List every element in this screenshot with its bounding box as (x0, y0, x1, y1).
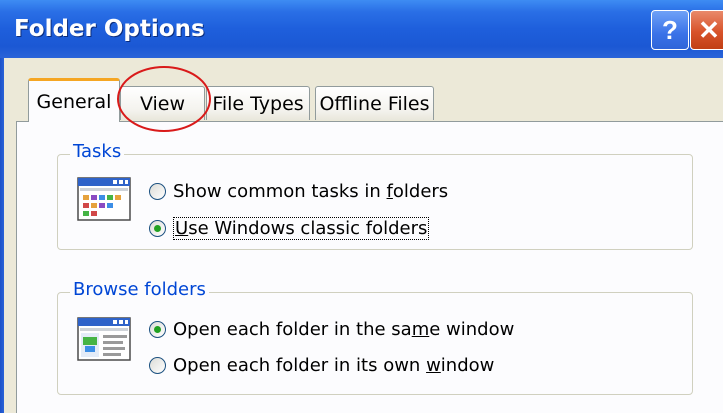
tab-offline-files-label: Offline Files (319, 92, 430, 115)
radio-open-same-window[interactable]: Open each folder in the same window (149, 319, 514, 340)
tab-panel-general: Tasks Show common tasks in folders Use W… (16, 121, 723, 413)
window-title: Folder Options (14, 16, 205, 42)
close-button[interactable]: ✕ (690, 10, 723, 50)
radio-show-common-tasks[interactable]: Show common tasks in folders (149, 181, 448, 202)
radio-button-show-common-tasks[interactable] (149, 183, 166, 200)
radio-button-open-same-window[interactable] (149, 321, 166, 338)
help-button[interactable]: ? (651, 10, 689, 50)
tab-file-types-label: File Types (212, 92, 304, 115)
radio-open-own-window[interactable]: Open each folder in its own window (149, 355, 494, 376)
tasks-group-title: Tasks (70, 141, 125, 162)
option-open-same-window-label: Open each folder in the same window (173, 319, 515, 340)
browse-folders-group: Browse folders (57, 279, 693, 395)
window-frame-left (0, 58, 4, 413)
close-icon: ✕ (698, 14, 720, 45)
tab-file-types[interactable]: File Types (206, 86, 310, 120)
radio-button-open-own-window[interactable] (149, 357, 166, 374)
option-show-common-tasks-label: Show common tasks in folders (173, 181, 449, 202)
tab-offline-files[interactable]: Offline Files (315, 86, 434, 120)
question-mark-icon: ? (662, 14, 678, 45)
tab-general[interactable]: General (28, 78, 120, 122)
radio-button-use-classic-folders[interactable] (149, 220, 166, 237)
folder-browse-icon (77, 317, 131, 361)
radio-use-classic-folders[interactable]: Use Windows classic folders (149, 217, 430, 240)
highlight-circle-annotation (117, 66, 211, 132)
option-open-own-window-label: Open each folder in its own window (173, 355, 495, 376)
option-use-classic-folders-label: Use Windows classic folders (173, 217, 430, 240)
tab-general-label: General (36, 90, 112, 113)
folder-tasks-icon (77, 177, 131, 221)
browse-folders-group-title: Browse folders (70, 279, 209, 300)
title-bar: Folder Options ? ✕ (0, 0, 723, 58)
